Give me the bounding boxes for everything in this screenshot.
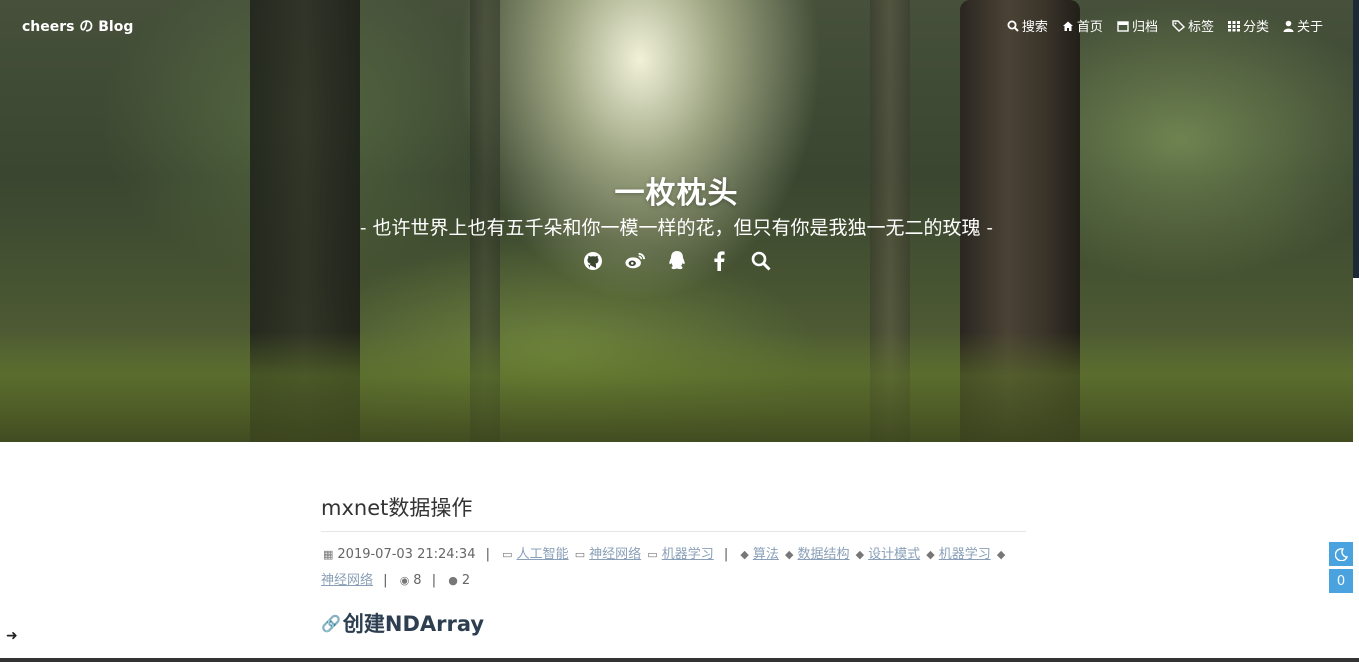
category-link[interactable]: 机器学习 [662, 547, 714, 562]
tag-icon: ◆ [785, 548, 794, 561]
nav-about[interactable]: 关于 [1283, 16, 1323, 35]
tag-link[interactable]: 神经网络 [321, 573, 373, 588]
category-link[interactable]: 人工智能 [517, 547, 569, 562]
archive-icon [1117, 20, 1129, 32]
page-scrollbar[interactable] [1353, 0, 1359, 278]
nav-tags[interactable]: 标签 [1172, 16, 1214, 35]
tag-link[interactable]: 数据结构 [797, 547, 849, 562]
top-nav: 搜索 首页 归档 标签 分类 关于 [1007, 16, 1323, 35]
nav-search[interactable]: 搜索 [1007, 16, 1048, 35]
tag-link[interactable]: 算法 [753, 547, 779, 562]
sidebar-toggle-arrow-icon[interactable]: ➜ [6, 628, 18, 644]
calendar-icon: ▦ [323, 548, 334, 561]
tag-link[interactable]: 设计模式 [868, 547, 920, 562]
nav-label: 搜索 [1021, 20, 1048, 35]
nav-label: 标签 [1187, 20, 1214, 35]
view-count: 8 [413, 573, 422, 588]
tag-link[interactable]: 机器学习 [939, 547, 991, 562]
meta-separator: | [485, 547, 491, 562]
comment-count: 2 [461, 573, 471, 588]
nav-label: 关于 [1296, 20, 1323, 35]
home-icon [1062, 21, 1073, 31]
nav-archive[interactable]: 归档 [1117, 16, 1158, 35]
tag-icon: ◆ [926, 548, 935, 561]
folder-icon: ▭ [574, 548, 586, 561]
search-icon[interactable] [751, 249, 771, 273]
nav-label: 分类 [1242, 20, 1269, 35]
social-links [0, 249, 1353, 273]
grid-icon [1227, 20, 1240, 31]
nav-home[interactable]: 首页 [1062, 16, 1103, 35]
section-heading: 🔗 创建NDArray [321, 608, 1026, 638]
post-article: mxnet数据操作 ▦ 2019-07-03 21:24:34 | ▭ 人工智能 ▭… [321, 492, 1026, 662]
folder-icon: ▭ [502, 548, 513, 561]
meta-separator: | [723, 547, 729, 562]
category-link[interactable]: 神经网络 [589, 547, 641, 562]
site-subtitle: - 也许世界上也有五千朵和你一模一样的花，但只有你是我独一无二的玫瑰 - [360, 217, 993, 239]
dark-mode-button[interactable] [1329, 542, 1353, 566]
meta-separator: | [383, 573, 388, 588]
search-icon [1007, 20, 1019, 32]
post-title: mxnet数据操作 [321, 492, 1026, 532]
weibo-icon[interactable] [624, 249, 645, 273]
site-title: 一枚枕头 [614, 176, 739, 211]
tag-icon: ◆ [740, 548, 749, 561]
tag-icon: ◆ [855, 548, 865, 561]
folder-icon: ▭ [647, 548, 658, 561]
anchor-link-icon[interactable]: 🔗 [321, 614, 341, 633]
site-brand[interactable]: cheers の Blog [22, 16, 133, 36]
nav-label: 首页 [1076, 20, 1103, 35]
forest-ground [0, 332, 1353, 442]
nav-label: 归档 [1131, 20, 1158, 35]
comment-icon: ● [448, 574, 458, 587]
moon-icon [1334, 547, 1348, 561]
comment-count-button[interactable]: 0 [1329, 569, 1353, 593]
tag-icon: ◆ [996, 548, 1006, 561]
facebook-icon[interactable] [709, 249, 729, 273]
post-meta: ▦ 2019-07-03 21:24:34 | ▭ 人工智能 ▭ 神经网络 ▭ 机器学习… [321, 542, 1026, 594]
bottom-bar [0, 658, 1359, 662]
section-heading-text: 创建NDArray [342, 612, 485, 636]
qq-icon[interactable] [667, 249, 687, 273]
tags-icon [1172, 19, 1185, 32]
github-icon[interactable] [583, 249, 603, 273]
post-datetime: 2019-07-03 21:24:34 [337, 547, 476, 562]
meta-separator: | [431, 573, 437, 588]
nav-categories[interactable]: 分类 [1227, 16, 1269, 35]
hero-banner: cheers の Blog 搜索 首页 归档 标签 分类 关于 一枚枕头 - 也… [0, 0, 1353, 442]
user-icon [1283, 20, 1294, 32]
eye-icon: ◉ [399, 574, 410, 587]
